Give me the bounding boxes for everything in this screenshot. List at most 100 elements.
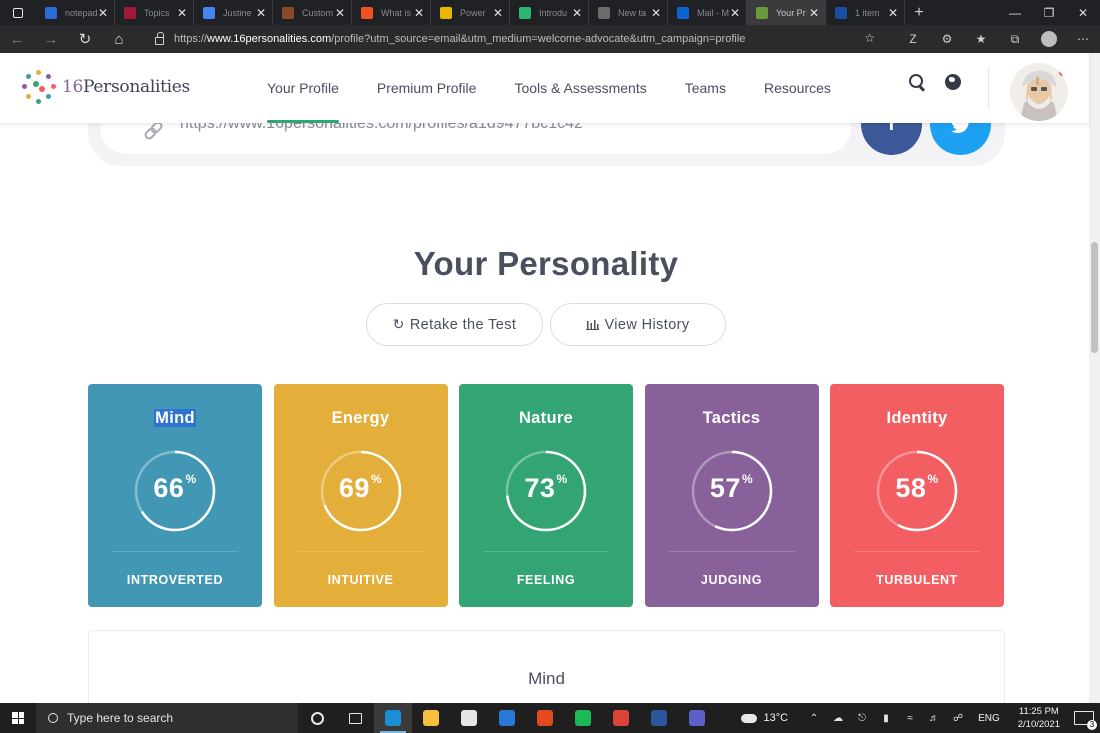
trait-name: Nature — [459, 409, 633, 428]
nav-item-your-profile[interactable]: Your Profile — [248, 53, 358, 123]
trait-percent-value: 58 — [895, 473, 927, 503]
trait-percent-value: 69 — [338, 473, 370, 503]
avatar[interactable] — [1010, 63, 1068, 121]
volume-icon[interactable]: ♬ — [922, 713, 946, 724]
windows-logo-icon — [12, 712, 24, 724]
browser-tab-title: notepad — [65, 7, 97, 18]
taskbar-app[interactable] — [640, 703, 678, 733]
main-navigation: Your Profile Premium Profile Tools & Asses… — [248, 53, 850, 123]
retake-test-button[interactable]: ↻ Retake the Test — [366, 303, 543, 346]
close-tab-icon[interactable]: ✕ — [176, 6, 188, 20]
close-tab-icon[interactable]: ✕ — [571, 6, 583, 20]
onedrive-icon[interactable]: ☁ — [826, 713, 850, 724]
browser-tab[interactable]: Introdu ✕ — [510, 0, 589, 25]
add-favorite-icon[interactable]: ☆ — [864, 31, 875, 45]
usb-icon[interactable]: ⎋ — [850, 713, 874, 724]
wifi-icon[interactable]: ≈ — [898, 713, 922, 724]
action-center-button[interactable]: 3 — [1074, 711, 1097, 730]
minimize-button[interactable]: — — [998, 0, 1032, 25]
globe-icon[interactable] — [945, 74, 961, 90]
network-icon[interactable]: ☍ — [946, 713, 970, 724]
microsoft-icon — [361, 6, 373, 19]
close-tab-icon[interactable]: ✕ — [808, 6, 820, 20]
refresh-button[interactable]: ↻ — [68, 25, 102, 53]
url-scheme: https:// — [174, 33, 208, 45]
collections-icon[interactable]: ⧉ — [998, 32, 1032, 47]
trait-divider — [112, 551, 238, 552]
view-history-button[interactable]: View History — [550, 303, 726, 346]
taskbar-app[interactable] — [450, 703, 488, 733]
settings-more-icon[interactable]: ⋯ — [1066, 32, 1100, 46]
taskbar-app[interactable] — [374, 703, 412, 733]
battery-icon[interactable]: ▮ — [874, 713, 898, 724]
close-tab-icon[interactable]: ✕ — [492, 6, 504, 20]
search-icon — [48, 713, 58, 723]
home-button[interactable]: ⌂ — [102, 25, 136, 53]
browser-tab[interactable]: Mail - M ✕ — [668, 0, 747, 25]
trait-detail-heading: Mind — [528, 669, 565, 688]
browser-tab-title: 1 item — [855, 7, 880, 18]
trait-card-identity[interactable]: Identity 58% TURBULENT — [830, 384, 1004, 607]
page-scrollbar[interactable] — [1089, 53, 1100, 703]
back-button[interactable]: ← — [0, 25, 34, 53]
url-field[interactable]: https://www.16personalities.com/profile?… — [145, 28, 885, 50]
trait-card-nature[interactable]: Nature 73% FEELING — [459, 384, 633, 607]
taskbar-app[interactable] — [602, 703, 640, 733]
close-tab-icon[interactable]: ✕ — [887, 6, 899, 20]
close-tab-icon[interactable]: ✕ — [650, 6, 662, 20]
browser-tab[interactable]: Power ✕ — [431, 0, 510, 25]
trait-card-mind[interactable]: Mind 66% INTROVERTED — [88, 384, 262, 607]
nav-item-premium-profile[interactable]: Premium Profile — [358, 53, 496, 123]
clock[interactable]: 11:25 PM 2/10/2021 — [1018, 705, 1060, 731]
start-button[interactable] — [0, 703, 36, 733]
taskbar-app[interactable] — [526, 703, 564, 733]
trait-card-energy[interactable]: Energy 69% INTUITIVE — [273, 384, 448, 607]
browser-tab[interactable]: Custom ✕ — [273, 0, 352, 25]
close-tab-icon[interactable]: ✕ — [413, 6, 425, 20]
percent-sign: % — [185, 472, 197, 486]
extension-z-icon[interactable]: Z — [896, 32, 930, 46]
browser-tab[interactable]: 1 item ✕ — [826, 0, 905, 25]
show-hidden-icons-icon[interactable]: ⌃ — [802, 713, 826, 724]
trait-card-tactics[interactable]: Tactics 57% JUDGING — [644, 384, 819, 607]
taskbar-app[interactable] — [564, 703, 602, 733]
browser-tab[interactable]: New ta ✕ — [589, 0, 668, 25]
browser-tab[interactable]: notepad ✕ — [36, 0, 115, 25]
trait-percent: 69% — [274, 472, 448, 504]
taskbar-app[interactable] — [336, 703, 374, 733]
percent-sign: % — [370, 472, 383, 486]
browser-tab[interactable]: Your Pr ✕ — [747, 0, 826, 25]
taskbar-app[interactable] — [488, 703, 526, 733]
search-icon[interactable] — [908, 73, 926, 91]
close-window-button[interactable]: ✕ — [1066, 0, 1100, 25]
nav-item-tools-assessments[interactable]: Tools & Assessments — [495, 53, 665, 123]
taskbar-app[interactable] — [298, 703, 336, 733]
close-tab-icon[interactable]: ✕ — [334, 6, 346, 20]
site-logo[interactable]: 16Personalities — [22, 70, 190, 104]
extension-gear-icon[interactable]: ⚙ — [930, 32, 964, 46]
lock-icon — [155, 31, 164, 45]
taskbar-search-input[interactable]: Type here to search — [36, 703, 298, 733]
taskbar-app[interactable] — [678, 703, 716, 733]
nav-item-resources[interactable]: Resources — [745, 53, 850, 123]
nav-item-teams[interactable]: Teams — [666, 53, 745, 123]
close-tab-icon[interactable]: ✕ — [255, 6, 267, 20]
browser-tab[interactable]: Topics ✕ — [115, 0, 194, 25]
close-tab-icon[interactable]: ✕ — [97, 6, 109, 20]
maximize-button[interactable]: ❐ — [1032, 0, 1066, 25]
browser-profile-icon[interactable] — [1041, 31, 1057, 47]
custom-icon — [282, 6, 294, 19]
trait-divider — [854, 551, 980, 552]
scrollbar-thumb[interactable] — [1091, 242, 1098, 353]
favorites-icon[interactable]: ★ — [964, 32, 998, 46]
weather-widget[interactable]: 13°C — [741, 712, 788, 724]
tab-actions-button[interactable] — [0, 0, 36, 25]
browser-tab[interactable]: What is ✕ — [352, 0, 431, 25]
browser-tab[interactable]: Justine ✕ — [194, 0, 273, 25]
taskbar-app[interactable] — [412, 703, 450, 733]
new-tab-button[interactable]: + — [907, 4, 931, 22]
language-indicator[interactable]: ENG — [978, 713, 1000, 724]
close-tab-icon[interactable]: ✕ — [729, 6, 741, 20]
forward-button[interactable]: → — [34, 25, 68, 53]
16p-icon — [756, 6, 768, 19]
